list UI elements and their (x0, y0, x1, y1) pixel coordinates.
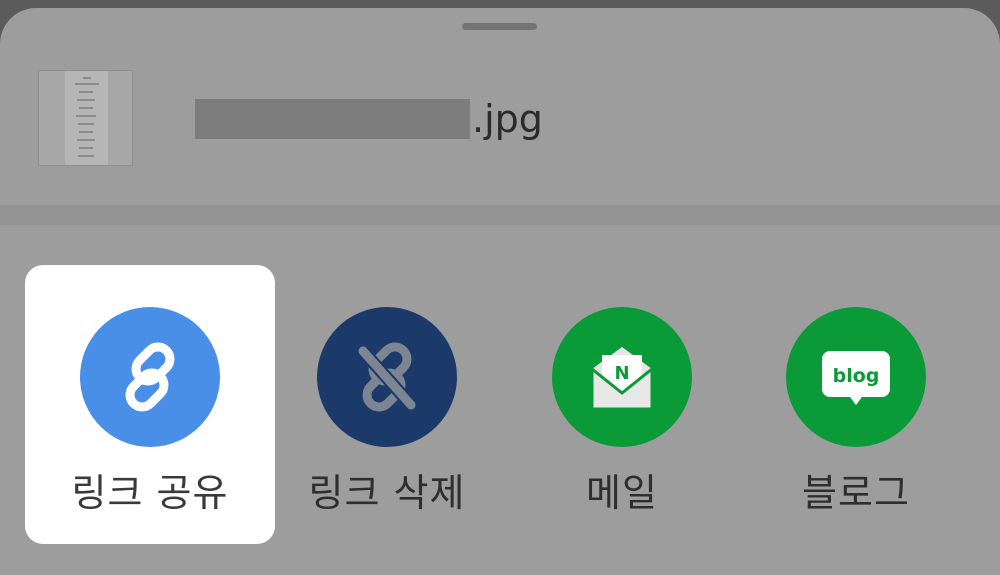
section-divider (0, 205, 1000, 225)
redacted-file-name (195, 99, 470, 139)
file-info-row: .jpg (0, 8, 1000, 205)
file-name: .jpg (195, 99, 543, 139)
thumbnail-document-preview (65, 71, 108, 165)
link-delete-label: 링크 삭제 (308, 471, 466, 515)
mail-button[interactable]: N 메일 (497, 265, 747, 544)
link-delete-button[interactable]: 링크 삭제 (262, 265, 512, 544)
naver-blog-icon: blog (786, 307, 926, 447)
share-bottom-sheet: .jpg 링크 공유 링크 삭제 N 메일 blog 블로그 (0, 8, 1000, 575)
naver-mail-icon: N (552, 307, 692, 447)
svg-text:N: N (614, 363, 629, 384)
file-extension: .jpg (472, 97, 543, 141)
file-thumbnail (38, 70, 133, 166)
link-share-button[interactable]: 링크 공유 (25, 265, 275, 544)
link-icon (80, 307, 220, 447)
unlink-icon (317, 307, 457, 447)
link-share-label: 링크 공유 (71, 471, 229, 515)
blog-button[interactable]: blog 블로그 (731, 265, 981, 544)
share-actions: 링크 공유 링크 삭제 N 메일 blog 블로그 (0, 225, 1000, 575)
blog-label: 블로그 (802, 471, 910, 515)
svg-text:blog: blog (833, 365, 880, 387)
mail-label: 메일 (586, 471, 658, 515)
